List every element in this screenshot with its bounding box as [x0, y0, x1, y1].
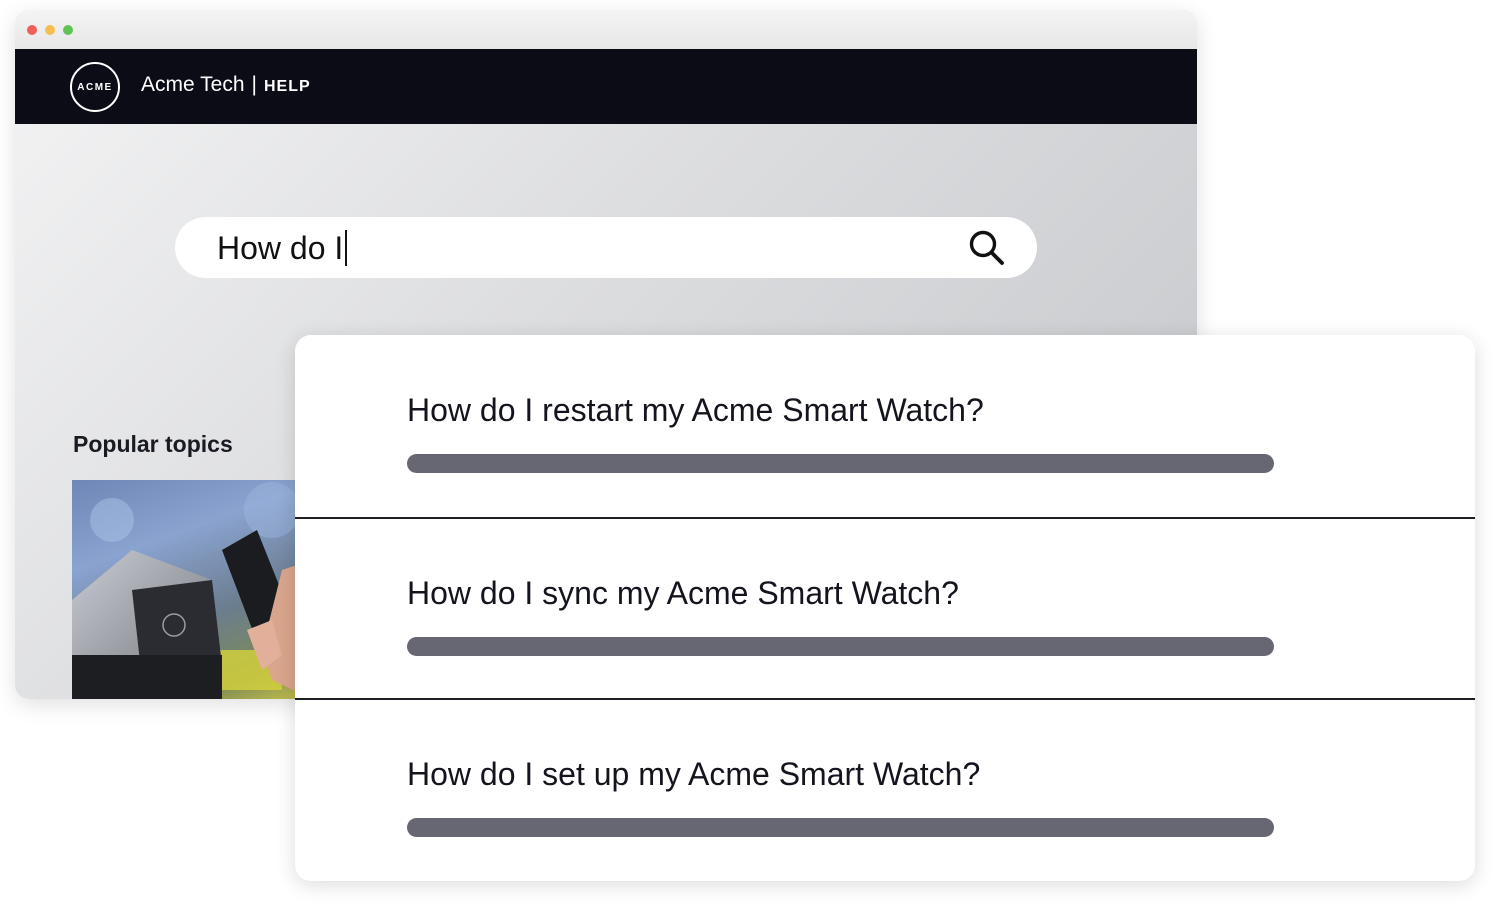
acme-logo[interactable]: ACME [70, 62, 120, 112]
suggestion-title: How do I sync my Acme Smart Watch? [407, 575, 959, 611]
suggestion-title: How do I restart my Acme Smart Watch? [407, 392, 984, 428]
popular-topics-heading: Popular topics [73, 431, 233, 457]
suggestion-item[interactable]: How do I sync my Acme Smart Watch? [295, 518, 1475, 698]
window-titlebar [15, 10, 1197, 49]
logo-text: ACME [77, 81, 113, 93]
brand-section: HELP [263, 78, 311, 95]
brand-name: Acme Tech [141, 73, 245, 96]
search-input[interactable]: How do I [217, 230, 348, 266]
topic-card-image[interactable] [72, 480, 312, 699]
search-bar[interactable]: How do I [175, 217, 1037, 278]
suggestion-preview-bar [407, 818, 1274, 837]
text-caret [345, 230, 348, 266]
close-window-button[interactable] [27, 25, 37, 35]
brand-title[interactable]: Acme Tech | HELP [141, 73, 311, 97]
suggestion-preview-bar [407, 454, 1274, 473]
suggestion-item[interactable]: How do I set up my Acme Smart Watch? [295, 699, 1475, 879]
site-header: ACME Acme Tech | HELP [15, 49, 1197, 124]
suggestion-preview-bar [407, 637, 1274, 656]
minimize-window-button[interactable] [45, 25, 55, 35]
search-icon[interactable] [965, 226, 1009, 270]
suggestion-item[interactable]: How do I restart my Acme Smart Watch? [295, 335, 1475, 515]
payment-terminal-illustration [72, 482, 312, 699]
brand-separator: | [251, 73, 257, 96]
suggestion-title: How do I set up my Acme Smart Watch? [407, 756, 981, 792]
maximize-window-button[interactable] [63, 25, 73, 35]
search-suggestions-dropdown: How do I restart my Acme Smart Watch? Ho… [295, 335, 1475, 881]
search-input-value: How do I [217, 230, 344, 266]
